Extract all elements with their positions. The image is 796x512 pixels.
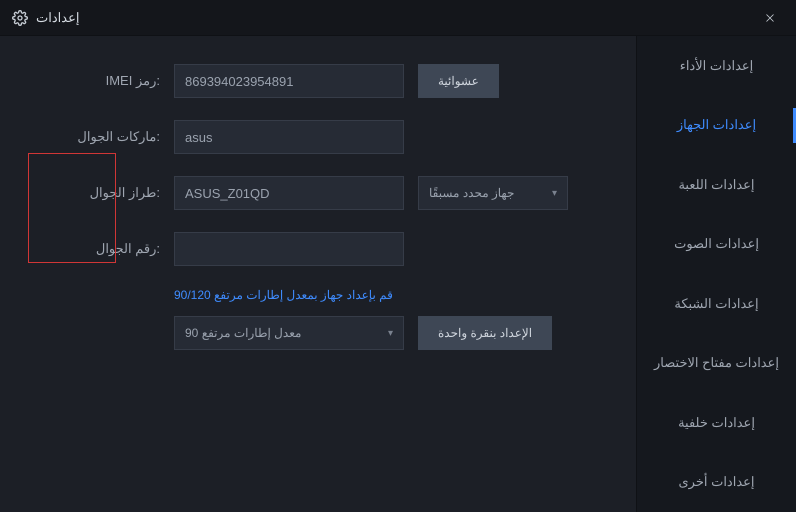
phone-input[interactable]: [174, 232, 404, 266]
sidebar-item-label: إعدادات اللعبة: [678, 177, 754, 193]
sidebar-item-performance[interactable]: إعدادات الأداء: [637, 36, 796, 96]
sidebar-item-background[interactable]: إعدادات خلفية: [637, 393, 796, 453]
imei-input[interactable]: [174, 64, 404, 98]
sidebar-item-label: إعدادات الجهاز: [677, 117, 756, 133]
model-input[interactable]: [174, 176, 404, 210]
select-label: جهاز محدد مسبقًا: [429, 186, 514, 200]
sidebar-item-label: إعدادات خلفية: [678, 415, 755, 431]
brand-input[interactable]: [174, 120, 404, 154]
model-preset-select[interactable]: جهاز محدد مسبقًا ▾: [418, 176, 568, 210]
sidebar-item-label: إعدادات الشبكة: [674, 296, 758, 312]
close-button[interactable]: [756, 4, 784, 32]
label-imei: IMEI رمز:: [60, 73, 160, 89]
label-model: طراز الجوال:: [60, 185, 160, 201]
row-imei: IMEI رمز: عشوائية: [60, 64, 596, 98]
sidebar-item-shortcut[interactable]: إعدادات مفتاح الاختصار: [637, 334, 796, 394]
label-phone: رقم الجوال:: [60, 241, 160, 257]
gear-icon: [12, 10, 28, 26]
sidebar-item-label: إعدادات الأداء: [680, 58, 754, 74]
sidebar-item-network[interactable]: إعدادات الشبكة: [637, 274, 796, 334]
label-brand: ماركات الجوال:: [60, 129, 160, 145]
fps-hint: قم بإعداد جهاز بمعدل إطارات مرتفع 90/120: [174, 288, 596, 302]
row-phone: رقم الجوال:: [60, 232, 596, 266]
chevron-down-icon: ▾: [552, 188, 557, 199]
sidebar-item-label: إعدادات الصوت: [674, 236, 759, 252]
window-title: إعدادات: [36, 10, 79, 26]
sidebar-item-label: إعدادات مفتاح الاختصار: [654, 355, 779, 371]
titlebar-left: إعدادات: [12, 10, 79, 26]
titlebar: إعدادات: [0, 0, 796, 36]
chevron-down-icon: ▾: [388, 328, 393, 339]
main: إعدادات الأداء إعدادات الجهاز إعدادات ال…: [0, 36, 796, 512]
content: IMEI رمز: عشوائية ماركات الجوال: طراز ال…: [0, 36, 636, 512]
row-fps: معدل إطارات مرتفع 90 ▾ الإعداد بنقرة واح…: [60, 316, 596, 350]
row-model: طراز الجوال: جهاز محدد مسبقًا ▾: [60, 176, 596, 210]
select-label: معدل إطارات مرتفع 90: [185, 326, 301, 340]
one-click-button[interactable]: الإعداد بنقرة واحدة: [418, 316, 552, 350]
sidebar-item-device[interactable]: إعدادات الجهاز: [637, 96, 796, 156]
row-brand: ماركات الجوال:: [60, 120, 596, 154]
sidebar-item-label: إعدادات أخرى: [678, 474, 754, 490]
sidebar-item-audio[interactable]: إعدادات الصوت: [637, 215, 796, 275]
random-button[interactable]: عشوائية: [418, 64, 499, 98]
fps-select[interactable]: معدل إطارات مرتفع 90 ▾: [174, 316, 404, 350]
sidebar-item-other[interactable]: إعدادات أخرى: [637, 453, 796, 512]
sidebar-item-game[interactable]: إعدادات اللعبة: [637, 155, 796, 215]
sidebar: إعدادات الأداء إعدادات الجهاز إعدادات ال…: [636, 36, 796, 512]
